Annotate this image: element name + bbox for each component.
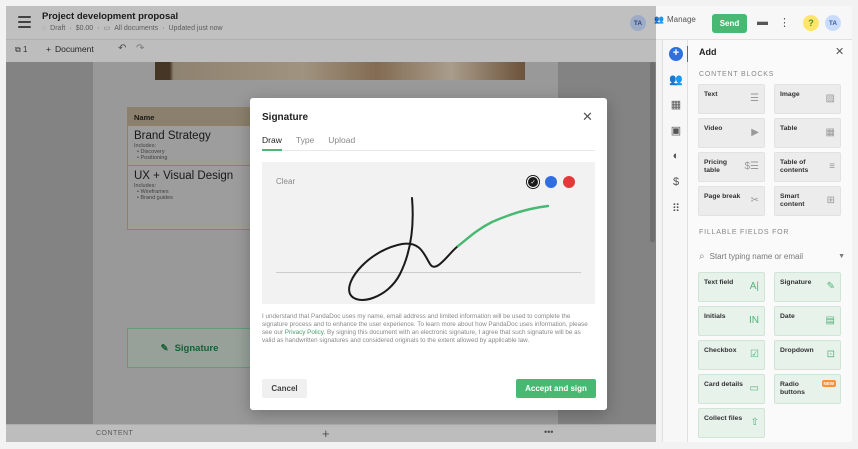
tab-draw[interactable]: Draw <box>262 135 282 151</box>
image-icon: ▨ <box>825 93 835 104</box>
cancel-button[interactable]: Cancel <box>262 379 307 398</box>
new-badge: NEW <box>821 380 836 387</box>
text-field-icon: A| <box>749 281 759 292</box>
field-dropdown[interactable]: Dropdown ⊡ <box>774 340 841 370</box>
block-text[interactable]: Text ☰ <box>698 84 765 114</box>
signature-draw-area[interactable]: Clear ✓ <box>262 162 595 304</box>
accept-and-sign-button[interactable]: Accept and sign <box>516 379 596 398</box>
block-pricing-table[interactable]: Pricing table $☰ <box>698 152 765 182</box>
field-card-details[interactable]: Card details ▭ <box>698 374 765 404</box>
initials-icon: IN <box>749 315 759 326</box>
signature-tabs: Draw Type Upload <box>262 135 595 151</box>
close-icon[interactable]: ✕ <box>835 45 844 58</box>
variables-icon[interactable]: ▣ <box>669 124 683 137</box>
upload-icon: ⇧ <box>750 417 759 428</box>
help-button[interactable]: ? <box>803 15 819 31</box>
field-date[interactable]: Date ▤ <box>774 306 841 336</box>
search-input[interactable]: Start typing name or email <box>710 252 803 261</box>
manage-label: Manage <box>666 15 696 24</box>
content-library-icon[interactable]: ▦ <box>669 98 683 111</box>
chat-icon[interactable]: ▬ <box>757 16 768 28</box>
block-video[interactable]: Video ▶ <box>698 118 765 148</box>
block-page-break[interactable]: Page break ✂ <box>698 186 765 216</box>
content-blocks-heading: CONTENT BLOCKS <box>699 71 775 78</box>
panel-title: Add <box>699 47 717 57</box>
checkbox-icon: ☑ <box>750 349 759 360</box>
field-collect-files[interactable]: Collect files ⇧ <box>698 408 765 438</box>
field-radio-buttons[interactable]: Radio buttons NEW <box>774 374 841 404</box>
pricing-table-icon: $☰ <box>744 161 759 172</box>
fillable-fields-heading: FILLABLE FIELDS FOR <box>699 229 790 236</box>
design-icon[interactable]: ◐ <box>669 150 683 162</box>
legal-notice: I understand that PandaDoc uses my name,… <box>262 313 588 344</box>
table-icon: ▦ <box>825 127 835 138</box>
block-table-of-contents[interactable]: Table of contents ≡ <box>774 152 841 182</box>
recipient-search[interactable]: ⌕ Start typing name or email ▼ <box>699 248 845 264</box>
apps-icon[interactable]: ⠿ <box>669 202 683 215</box>
sidebar-iconbar: + 👥 ▦ ▣ ◐ $ ⠿ <box>662 40 689 442</box>
field-text-field[interactable]: Text field A| <box>698 272 765 302</box>
block-image[interactable]: Image ▨ <box>774 84 841 114</box>
dropdown-icon: ⊡ <box>826 349 835 360</box>
add-panel: Add ✕ CONTENT BLOCKS Text ☰ Image ▨ Video ▶… <box>688 40 852 442</box>
close-icon[interactable]: ✕ <box>582 109 593 125</box>
signature-stroke <box>348 197 550 301</box>
privacy-policy-link[interactable]: Privacy Policy <box>285 329 324 336</box>
text-icon: ☰ <box>750 93 759 104</box>
video-icon: ▶ <box>751 127 759 138</box>
more-vertical-icon[interactable]: ⋮ <box>779 16 790 29</box>
block-table[interactable]: Table ▦ <box>774 118 841 148</box>
field-signature[interactable]: Signature ✎ <box>774 272 841 302</box>
block-smart-content[interactable]: Smart content ⊞ <box>774 186 841 216</box>
smart-content-icon: ⊞ <box>826 195 835 206</box>
signature-dialog: Signature ✕ Draw Type Upload Clear ✓ I u… <box>250 98 607 410</box>
toc-icon: ≡ <box>829 161 835 172</box>
page-break-icon: ✂ <box>750 195 759 206</box>
tab-upload[interactable]: Upload <box>328 135 355 151</box>
recipients-icon[interactable]: 👥 <box>669 73 683 86</box>
tab-type[interactable]: Type <box>296 135 314 151</box>
dialog-title: Signature <box>262 112 309 123</box>
app-window: Project development proposal ◌ Draft · $… <box>0 0 858 449</box>
add-icon[interactable]: + <box>669 47 683 61</box>
send-button[interactable]: Send <box>712 14 747 33</box>
signature-icon: ✎ <box>826 281 835 292</box>
field-checkbox[interactable]: Checkbox ☑ <box>698 340 765 370</box>
search-icon: ⌕ <box>699 250 705 262</box>
pricing-icon[interactable]: $ <box>669 176 683 188</box>
date-icon: ▤ <box>825 315 835 326</box>
card-icon: ▭ <box>749 383 759 394</box>
user-avatar[interactable]: TA <box>825 15 841 31</box>
manage-button[interactable]: 👥 Manage <box>654 15 696 24</box>
field-initials[interactable]: Initials IN <box>698 306 765 336</box>
chevron-down-icon[interactable]: ▼ <box>838 253 845 260</box>
